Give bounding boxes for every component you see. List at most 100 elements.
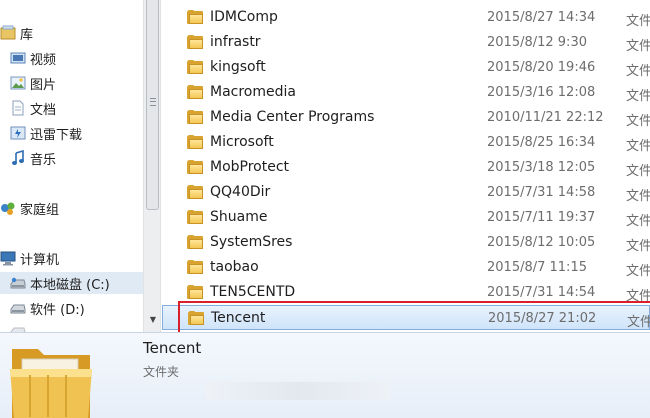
nav-item-label: 软件 (D:) xyxy=(30,302,85,318)
file-row[interactable]: SystemSres 2015/8/12 10:05 文件 xyxy=(162,230,650,255)
file-list: IDMComp 2015/8/27 14:34 文件 infrastr 2015… xyxy=(162,0,650,332)
folder-icon xyxy=(187,285,203,299)
file-name: MobProtect xyxy=(210,159,290,175)
file-date: 2015/3/18 12:05 xyxy=(487,160,596,175)
file-date: 2015/3/16 12:08 xyxy=(487,85,596,100)
file-date: 2015/7/11 19:37 xyxy=(487,210,596,225)
file-row[interactable]: Microsoft 2015/8/25 16:34 文件 xyxy=(162,130,650,155)
nav-item-label: 迅雷下载 xyxy=(30,127,83,143)
folder-icon xyxy=(187,235,203,249)
file-date: 2015/8/12 10:05 xyxy=(487,235,596,250)
nav-item-label: 视频 xyxy=(30,52,57,68)
navigation-pane: 库 视频 图片 文档 迅雷下载 音乐 家庭组 计算机 本地磁盘 (C:) 软件 … xyxy=(0,0,143,332)
file-row[interactable]: IDMComp 2015/8/27 14:34 文件 xyxy=(162,5,650,30)
scrollbar-thumb[interactable] xyxy=(146,0,159,210)
details-item-name: Tencent xyxy=(143,339,202,357)
music-icon xyxy=(10,149,26,166)
nav-item-label: 音乐 xyxy=(30,152,57,168)
folder-icon xyxy=(187,210,203,224)
file-row[interactable]: taobao 2015/8/7 11:15 文件 xyxy=(162,255,650,280)
nav-item-label: 计算机 xyxy=(20,252,60,268)
folder-icon xyxy=(187,185,203,199)
file-name: kingsoft xyxy=(210,59,266,75)
file-type: 文件 xyxy=(626,189,650,204)
documents-icon xyxy=(10,100,26,116)
video-icon xyxy=(10,50,26,66)
file-type: 文件 xyxy=(626,164,650,179)
file-row[interactable]: Macromedia 2015/3/16 12:08 文件 xyxy=(162,80,650,105)
file-row-selected[interactable]: Tencent 2015/8/27 21:02 文件 xyxy=(162,305,650,330)
file-date: 2015/8/20 19:46 xyxy=(487,60,596,75)
nav-item-label: 图片 xyxy=(30,77,57,93)
nav-item-homegroup[interactable]: 家庭组 xyxy=(0,197,143,219)
nav-item-music[interactable]: 音乐 xyxy=(0,147,143,169)
file-type: 文件 xyxy=(626,14,650,29)
file-row[interactable]: kingsoft 2015/8/20 19:46 文件 xyxy=(162,55,650,80)
details-blurred-info xyxy=(205,382,391,400)
nav-item-label: 本地磁盘 (C:) xyxy=(30,277,110,293)
file-row[interactable]: Shuame 2015/7/11 19:37 文件 xyxy=(162,205,650,230)
pictures-icon xyxy=(10,75,26,91)
file-name: SystemSres xyxy=(210,234,293,250)
nav-item-label: 库 xyxy=(20,27,34,43)
file-type: 文件 xyxy=(626,264,650,279)
nav-item-pictures[interactable]: 图片 xyxy=(0,72,143,94)
folder-icon xyxy=(187,135,203,149)
file-name: Media Center Programs xyxy=(210,109,375,125)
large-folder-icon xyxy=(8,341,94,418)
file-type: 文件 xyxy=(626,239,650,254)
drive-icon xyxy=(10,323,26,332)
file-date: 2015/8/12 9:30 xyxy=(487,35,587,50)
scroll-down-arrow-icon[interactable]: ▼ xyxy=(147,313,159,325)
navigation-scrollbar[interactable]: ▼ xyxy=(143,0,161,332)
file-name: QQ40Dir xyxy=(210,184,271,200)
folder-icon xyxy=(188,311,204,325)
nav-item-label: 文档 xyxy=(30,102,57,118)
file-name: taobao xyxy=(210,259,259,275)
file-row[interactable]: infrastr 2015/8/12 9:30 文件 xyxy=(162,30,650,55)
nav-item-library[interactable]: 库 xyxy=(0,22,143,44)
details-item-type: 文件夹 xyxy=(143,365,180,379)
file-date: 2015/7/31 14:58 xyxy=(487,185,596,200)
file-name: Shuame xyxy=(210,209,268,225)
file-date: 2015/8/27 21:02 xyxy=(488,311,597,326)
folder-icon xyxy=(187,60,203,74)
file-row[interactable]: TEN5CENTD 2015/7/31 14:54 文件 xyxy=(162,280,650,305)
thunder-download-icon xyxy=(10,125,26,141)
nav-item-drive-d[interactable]: 软件 (D:) xyxy=(0,297,143,319)
scrollbar-grip-icon xyxy=(150,98,156,106)
file-type: 文件 xyxy=(626,64,650,79)
file-name: Tencent xyxy=(211,310,266,326)
file-name: infrastr xyxy=(210,34,261,50)
file-date: 2015/8/25 16:34 xyxy=(487,135,596,150)
file-row[interactable]: MobProtect 2015/3/18 12:05 文件 xyxy=(162,155,650,180)
folder-icon xyxy=(187,160,203,174)
file-row[interactable]: QQ40Dir 2015/7/31 14:58 文件 xyxy=(162,180,650,205)
homegroup-icon xyxy=(0,200,16,216)
file-name: IDMComp xyxy=(210,9,278,25)
file-type: 文件 xyxy=(626,139,650,154)
nav-item-thunder-download[interactable]: 迅雷下载 xyxy=(0,122,143,144)
nav-item-drive-c[interactable]: 本地磁盘 (C:) xyxy=(0,272,143,294)
file-type: 文件 xyxy=(626,289,650,304)
file-name: Macromedia xyxy=(210,84,296,100)
file-row[interactable]: Media Center Programs 2010/11/21 22:12 文… xyxy=(162,105,650,130)
file-date: 2010/11/21 22:12 xyxy=(487,110,604,125)
folder-icon xyxy=(187,35,203,49)
nav-item-video[interactable]: 视频 xyxy=(0,47,143,69)
folder-icon xyxy=(187,260,203,274)
nav-item-partial[interactable] xyxy=(0,320,143,332)
nav-item-computer[interactable]: 计算机 xyxy=(0,247,143,269)
folder-icon xyxy=(187,85,203,99)
nav-item-label: 家庭组 xyxy=(20,202,60,218)
folder-icon xyxy=(187,110,203,124)
file-name: TEN5CENTD xyxy=(210,284,296,300)
details-pane: Tencent 文件夹 xyxy=(0,332,650,418)
file-type: 文件 xyxy=(626,39,650,54)
nav-item-documents[interactable]: 文档 xyxy=(0,97,143,119)
library-icon xyxy=(0,25,16,41)
file-date: 2015/8/7 11:15 xyxy=(487,260,587,275)
drive-c-icon xyxy=(10,275,26,291)
computer-icon xyxy=(0,250,16,266)
file-date: 2015/8/27 14:34 xyxy=(487,10,596,25)
